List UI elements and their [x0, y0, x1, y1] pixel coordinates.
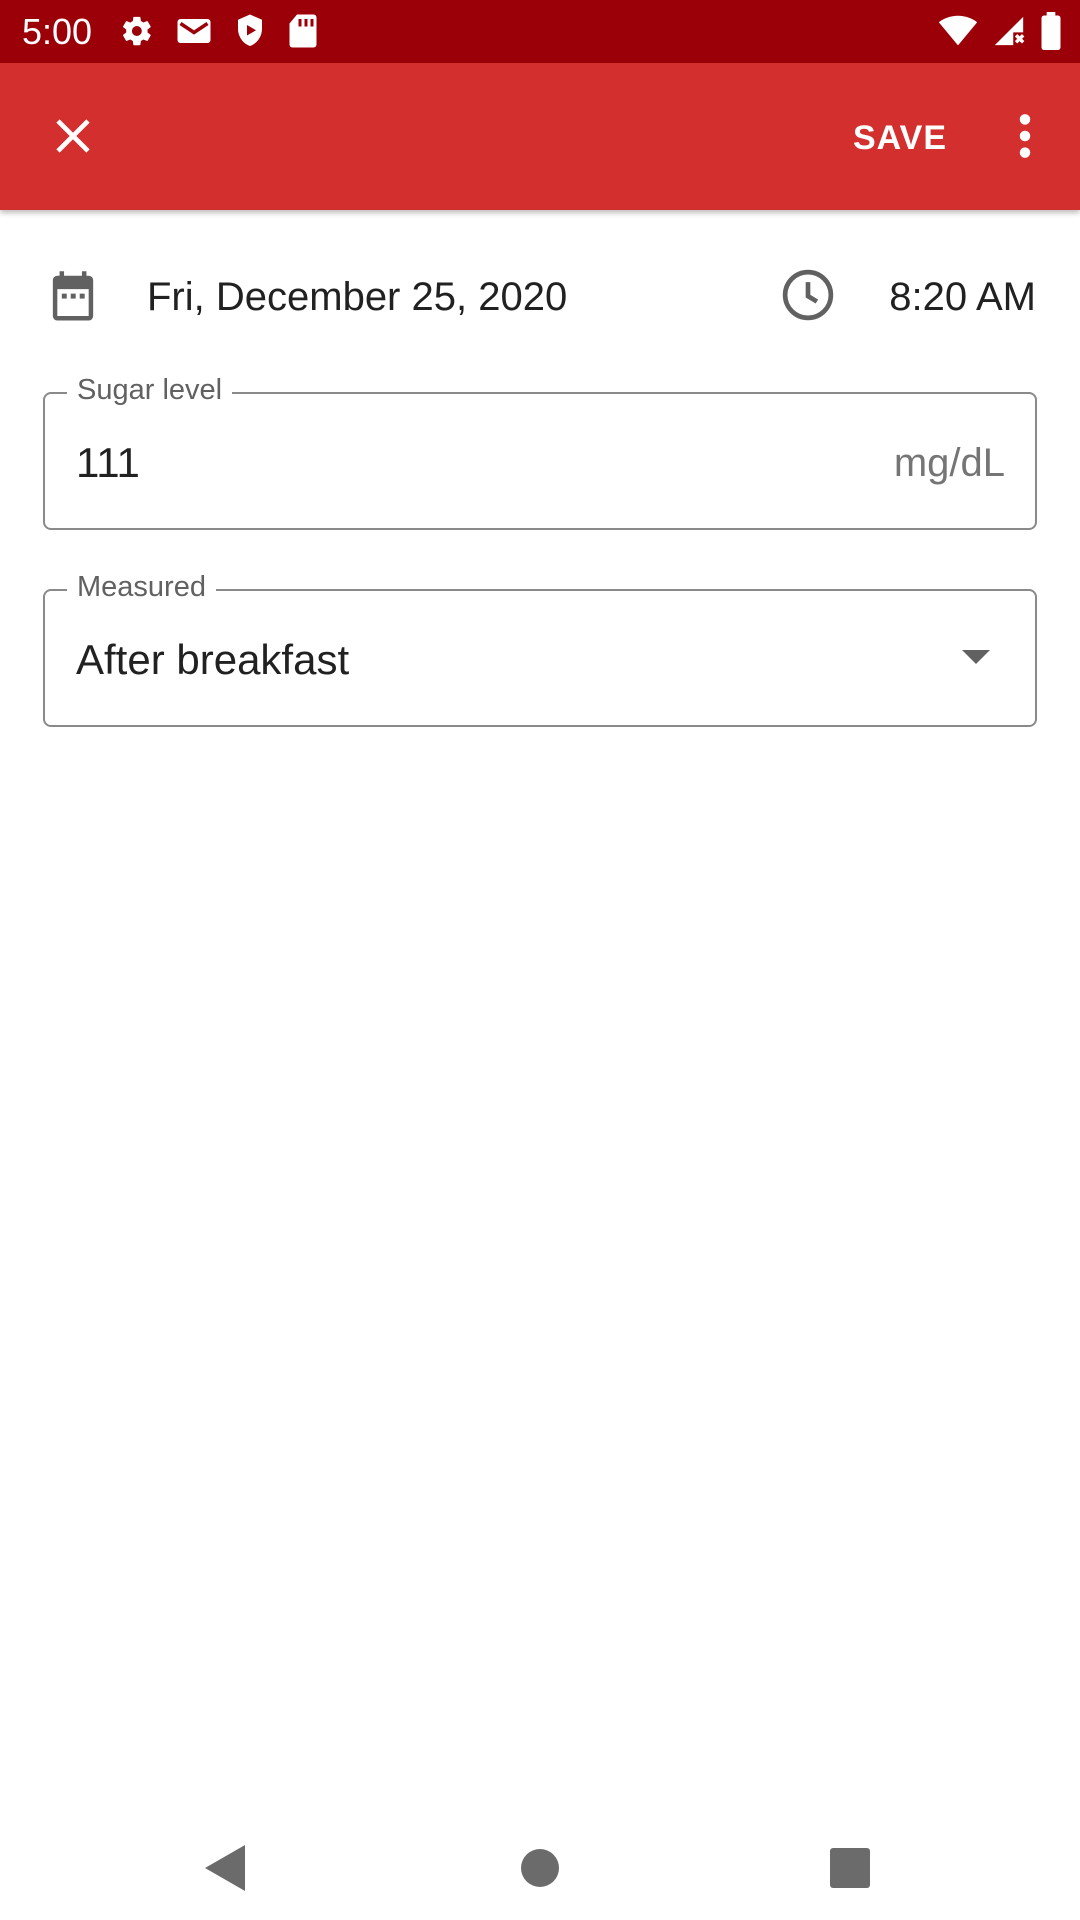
shield-play-icon [234, 13, 266, 49]
recents-icon [829, 1847, 871, 1894]
sugar-level-field[interactable]: Sugar level 111 mg/dL [43, 372, 1037, 530]
gmail-icon [176, 16, 212, 46]
status-bar: 5:00 [0, 0, 1080, 63]
battery-icon [1040, 12, 1062, 50]
home-icon [519, 1847, 561, 1894]
back-icon [202, 1843, 248, 1898]
measured-label: Measured [67, 569, 216, 605]
overflow-menu-button[interactable] [1000, 103, 1050, 173]
status-system-icons [938, 11, 1062, 51]
calendar-icon [46, 269, 100, 330]
measured-dropdown[interactable]: Measured After breakfast [43, 569, 1037, 727]
nav-back-button[interactable] [185, 1830, 265, 1910]
nav-recents-button[interactable] [810, 1830, 890, 1910]
clock-icon [780, 267, 836, 328]
status-time: 5:00 [22, 11, 93, 52]
sugar-level-unit: mg/dL [893, 441, 1005, 485]
status-notification-icons [120, 11, 318, 51]
wifi-icon [938, 15, 978, 47]
app-bar: SAVE [0, 63, 1080, 210]
date-time-row: Fri, December 25, 2020 8:20 AM [0, 255, 1080, 335]
dropdown-arrow-icon[interactable] [961, 649, 991, 670]
close-button[interactable] [40, 105, 106, 171]
sugar-level-input[interactable]: 111 [76, 438, 140, 488]
signal-icon [992, 14, 1026, 48]
measured-value: After breakfast [76, 636, 350, 683]
date-picker-value[interactable]: Fri, December 25, 2020 [147, 273, 567, 321]
settings-icon [120, 14, 154, 48]
time-picker-value[interactable]: 8:20 AM [889, 273, 1036, 321]
nav-home-button[interactable] [500, 1830, 580, 1910]
sd-card-icon [288, 13, 318, 49]
more-vert-icon [1018, 113, 1032, 164]
sugar-level-label: Sugar level [67, 372, 233, 408]
system-nav-bar [0, 1812, 1080, 1920]
close-icon [53, 116, 93, 161]
save-button[interactable]: SAVE [840, 103, 960, 173]
